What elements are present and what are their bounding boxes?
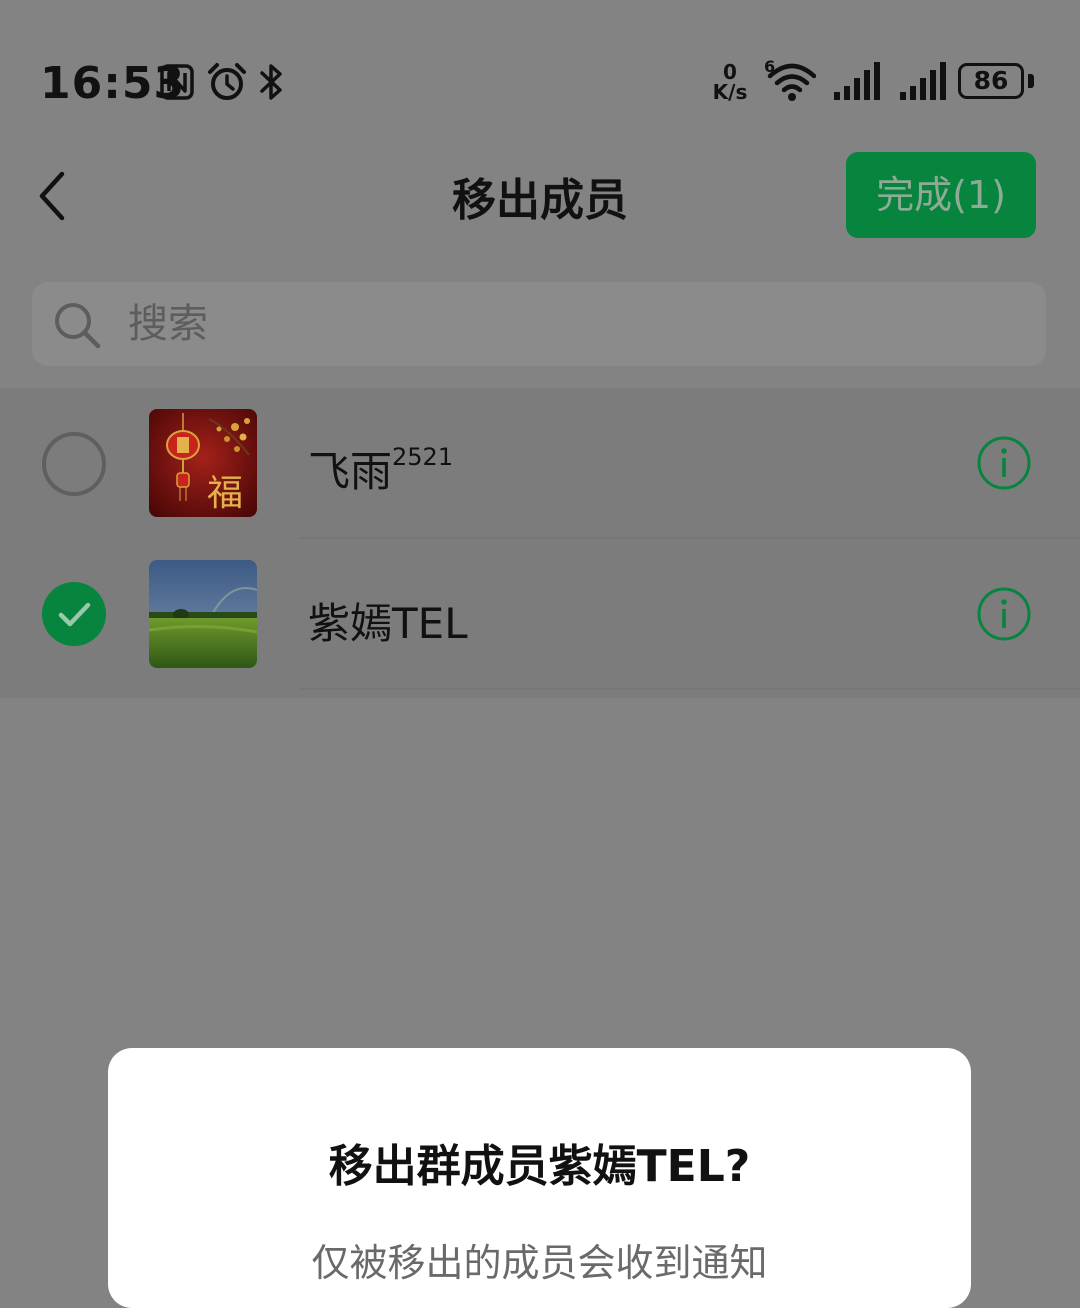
battery-tip (1028, 74, 1034, 88)
signal-icon (900, 62, 946, 100)
select-radio-unchecked[interactable] (42, 432, 106, 496)
search-icon (55, 303, 101, 349)
network-speed-unit: K/s (712, 80, 748, 104)
select-radio-checked[interactable] (42, 582, 106, 646)
member-name: 紫嫣TEL (308, 599, 468, 648)
nfc-icon (160, 64, 194, 100)
dialog-message: 仅被移出的成员会收到通知 (311, 1241, 768, 1285)
member-name-sup: 2521 (392, 443, 454, 471)
alarm-icon (208, 63, 246, 100)
chevron-left-icon[interactable] (32, 168, 72, 224)
bluetooth-icon (260, 64, 282, 100)
search-input[interactable] (128, 290, 728, 358)
page-title: 移出成员 (452, 175, 628, 226)
divider (300, 688, 1080, 690)
signal-icon (834, 62, 880, 100)
svg-text:福: 福 (207, 473, 243, 514)
done-button[interactable]: 完成(1) (846, 152, 1036, 238)
battery-icon: 86 (958, 63, 1024, 99)
avatar: 福 (149, 409, 257, 517)
wifi-icon: 6 (764, 58, 816, 101)
member-name: 飞雨2521 (308, 438, 453, 499)
network-speed-value: 0 (723, 60, 737, 84)
info-icon[interactable] (976, 586, 1032, 642)
dialog-title: 移出群成员紫嫣TEL? (328, 1141, 751, 1192)
network-speed: 0 K/s (708, 62, 752, 102)
checkmark-icon (58, 602, 91, 627)
avatar (149, 560, 257, 668)
info-icon[interactable] (976, 435, 1032, 491)
member-name-text: 飞雨 (308, 447, 393, 496)
